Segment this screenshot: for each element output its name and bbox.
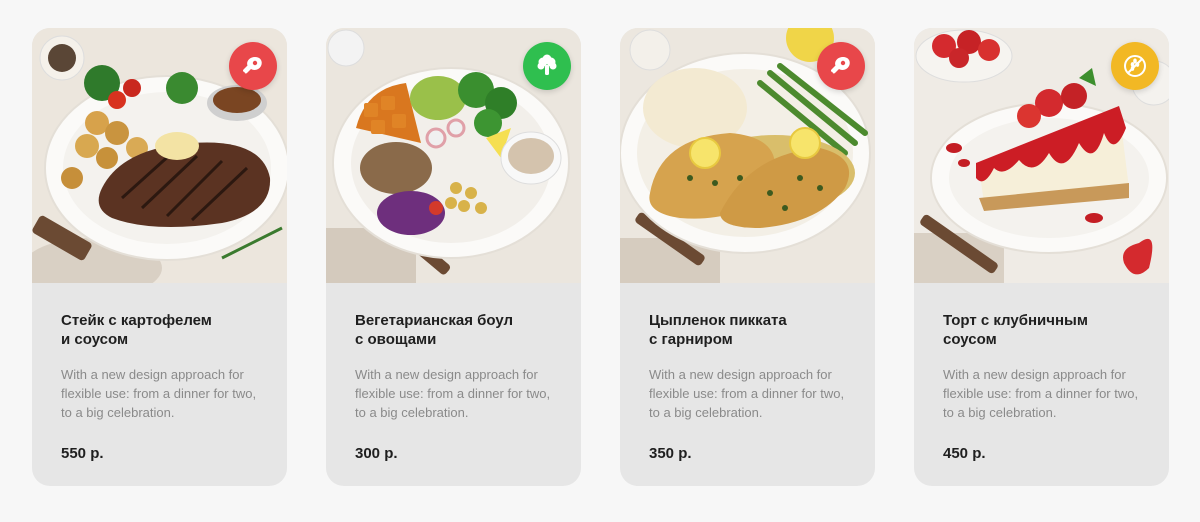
dish-description: With a new design approach for flexible … [61,367,257,420]
gluten-free-badge [1111,42,1159,90]
menu-cards: Стейк с картофелем и соусом With a new d… [32,28,1169,486]
dish-photo-strawberry-cake [914,28,1169,283]
dish-price: 550 р. [61,445,104,462]
meat-badge [229,42,277,90]
dish-price: 450 р. [943,445,986,462]
broccoli-icon [537,54,557,75]
dish-description: With a new design approach for flexible … [649,367,845,420]
menu-card-veggie-bowl[interactable]: Вегетарианская боул с овощами With a new… [326,28,581,486]
dish-photo-chicken-piccata [620,28,875,283]
meat-icon [242,57,262,74]
vegetarian-badge [523,42,571,90]
meat-badge [817,42,865,90]
dish-description: With a new design approach for flexible … [943,367,1139,420]
menu-card-chicken-piccata[interactable]: Цыпленок пикката с гарниром With a new d… [620,28,875,486]
dish-photo-steak [32,28,287,283]
no-gluten-icon [1124,55,1146,77]
dish-title: Торт с клубничным соусом [943,312,1088,348]
dish-price: 350 р. [649,445,692,462]
dish-price: 300 р. [355,445,398,462]
dish-description: With a new design approach for flexible … [355,367,551,420]
menu-card-strawberry-cake[interactable]: Торт с клубничным соусом With a new desi… [914,28,1169,486]
dish-title: Вегетарианская боул с овощами [355,312,514,348]
dish-photo-veggie-bowl [326,28,581,283]
meat-icon [830,57,850,74]
menu-card-steak[interactable]: Стейк с картофелем и соусом With a new d… [32,28,287,486]
dish-title: Цыпленок пикката с гарниром [649,312,787,348]
dish-title: Стейк с картофелем и соусом [61,312,212,348]
